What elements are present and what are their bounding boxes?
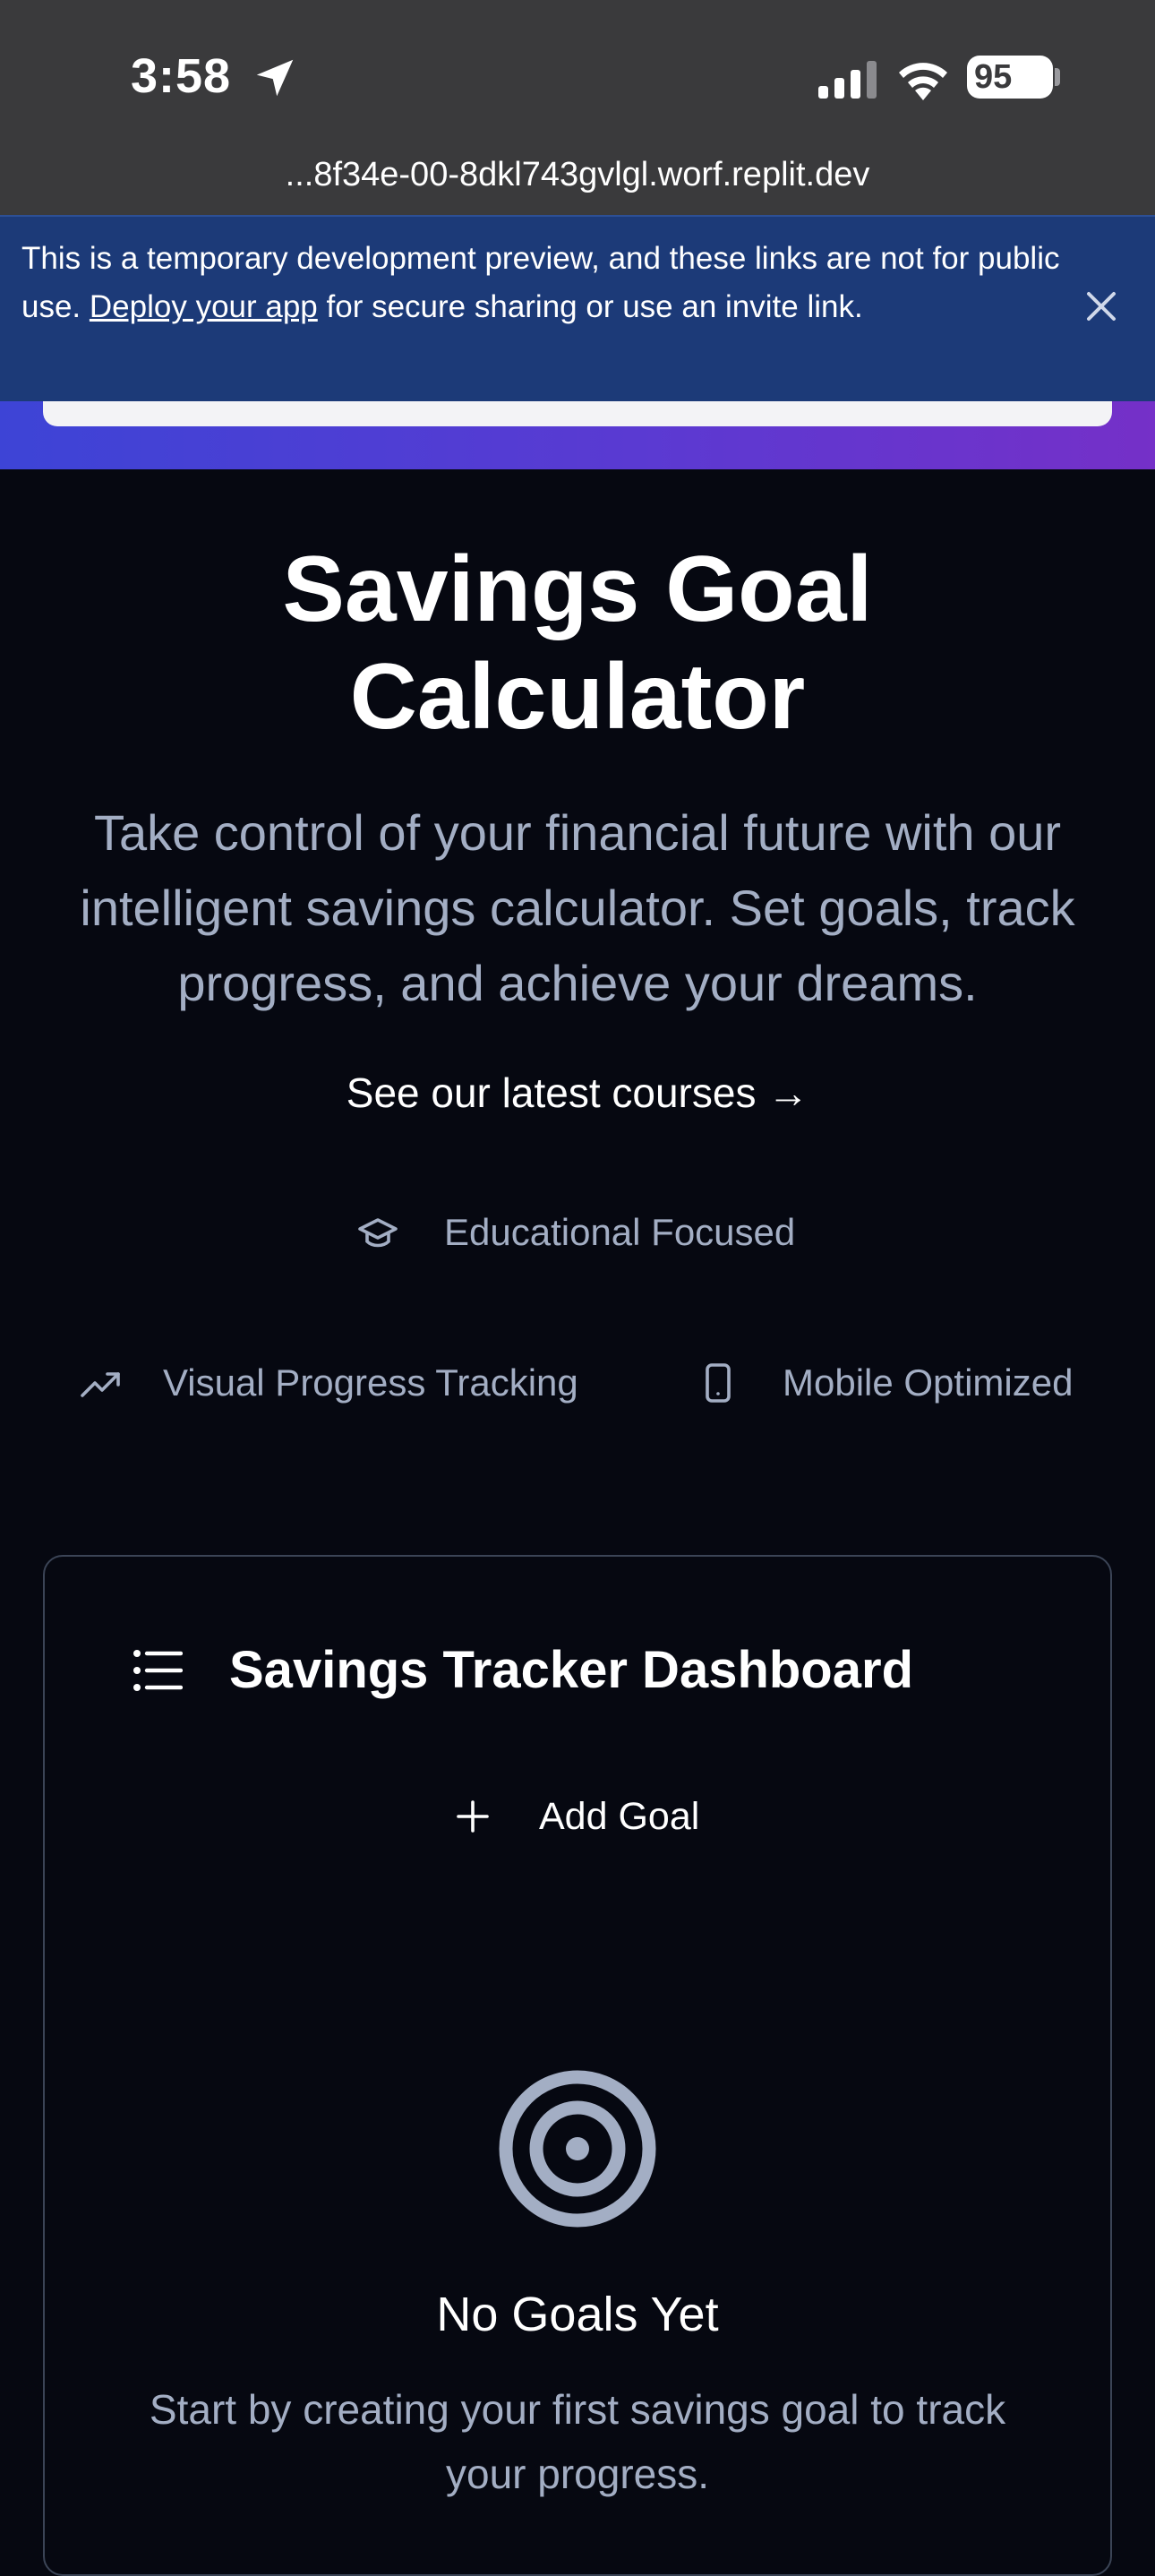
page-title: Savings Goal Calculator xyxy=(0,536,1155,751)
dev-banner-text-after: for secure sharing or use an invite link… xyxy=(317,289,863,324)
location-arrow-icon xyxy=(256,59,294,97)
feature-educational: Educational Focused xyxy=(444,1211,796,1253)
page-title-text: Savings Goal Calculator xyxy=(282,537,873,749)
close-icon[interactable] xyxy=(1078,283,1125,330)
empty-state-text: Start by creating your first savings goa… xyxy=(149,2386,1006,2497)
battery-tip xyxy=(1055,68,1060,86)
target-icon xyxy=(499,2070,656,2228)
trending-up-icon xyxy=(81,1372,120,1397)
graduation-cap-icon xyxy=(358,1218,398,1248)
status-bar: 3:58 95 ...8f34e-00-8dkl743gvlgl.worf.re… xyxy=(0,0,1155,215)
hero-subtitle: Take control of your financial future wi… xyxy=(80,804,1075,1011)
header-card-edge xyxy=(43,401,1112,426)
smartphone-icon xyxy=(706,1363,731,1403)
status-time: 3:58 xyxy=(131,49,232,103)
empty-state-title: No Goals Yet xyxy=(436,2288,719,2341)
battery-indicator: 95 xyxy=(967,56,1053,99)
feature-mobile-optimized: Mobile Optimized xyxy=(783,1361,1074,1404)
dashboard-title: Savings Tracker Dashboard xyxy=(229,1641,913,1699)
battery-level: 95 xyxy=(974,58,1013,96)
wifi-icon xyxy=(899,63,947,100)
dev-banner-text: This is a temporary development preview,… xyxy=(21,235,1060,331)
list-icon xyxy=(133,1650,183,1691)
plus-icon xyxy=(457,1800,489,1833)
cellular-signal-icon xyxy=(818,61,877,99)
dev-preview-banner: This is a temporary development preview,… xyxy=(0,215,1155,401)
latest-courses-link[interactable]: See our latest courses → xyxy=(0,1066,1155,1120)
deploy-app-link[interactable]: Deploy your app xyxy=(90,289,318,324)
address-bar-url[interactable]: ...8f34e-00-8dkl743gvlgl.worf.replit.dev xyxy=(0,150,1155,199)
feature-visual-progress: Visual Progress Tracking xyxy=(163,1361,578,1404)
add-goal-label[interactable]: Add Goal xyxy=(539,1791,699,1842)
